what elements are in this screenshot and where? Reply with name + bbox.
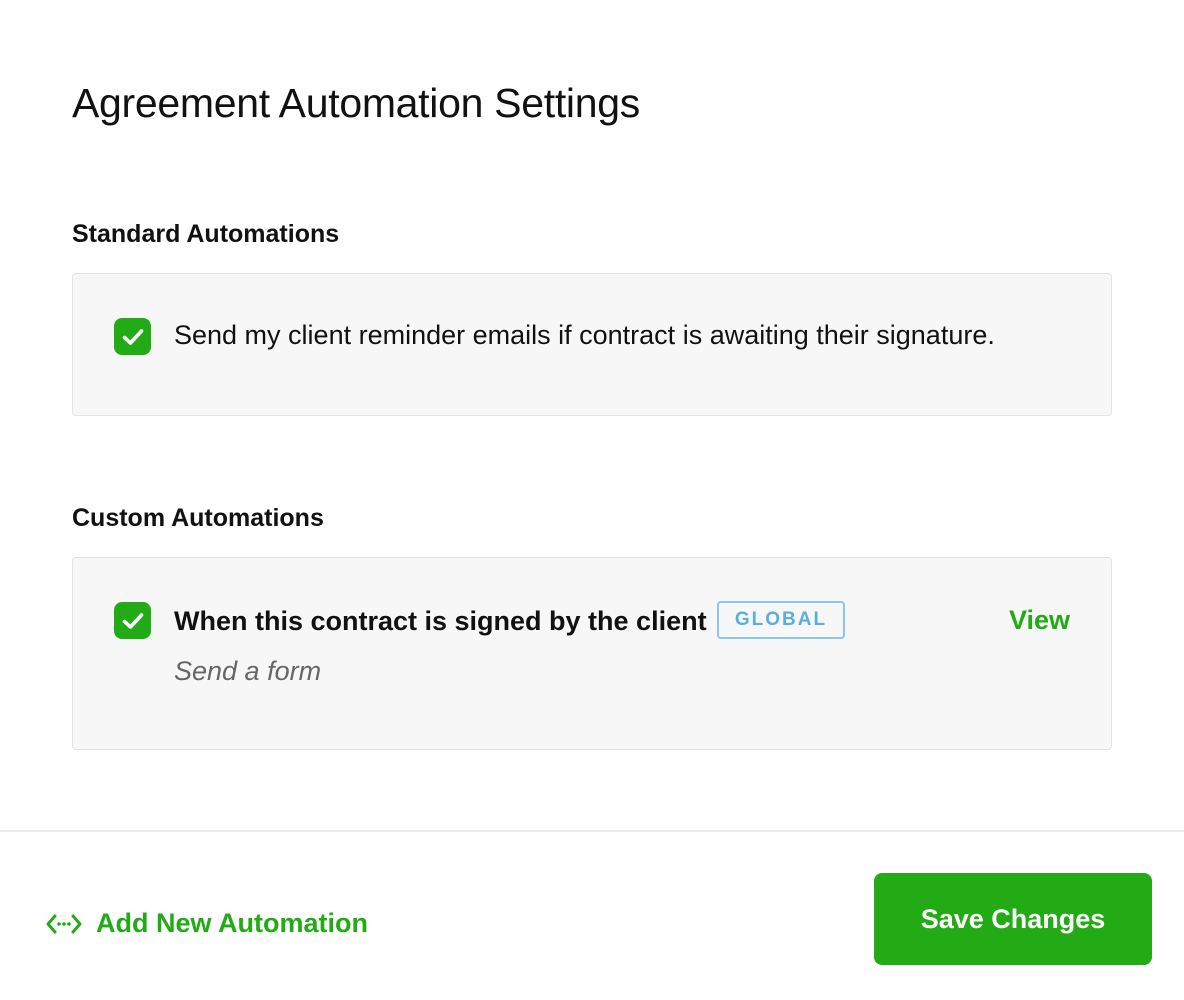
save-changes-button[interactable]: Save Changes <box>874 873 1152 965</box>
checkmark-icon <box>122 328 143 345</box>
footer-divider <box>0 830 1184 832</box>
reminder-emails-checkbox[interactable] <box>114 318 151 355</box>
add-automation-icon <box>46 912 82 936</box>
custom-automations-heading: Custom Automations <box>72 504 324 532</box>
add-new-automation-link[interactable]: Add New Automation <box>46 908 368 939</box>
global-badge: GLOBAL <box>717 601 845 639</box>
page-title: Agreement Automation Settings <box>72 80 640 126</box>
checkmark-icon <box>122 612 143 629</box>
standard-automations-heading: Standard Automations <box>72 220 340 248</box>
add-new-automation-label: Add New Automation <box>96 908 368 938</box>
custom-automation-trigger: When this contract is signed by the clie… <box>174 606 707 636</box>
view-automation-link[interactable]: View <box>1009 605 1070 636</box>
reminder-emails-label: Send my client reminder emails if contra… <box>174 320 995 350</box>
custom-automations-panel: When this contract is signed by the clie… <box>72 557 1112 750</box>
custom-automation-action: Send a form <box>174 656 322 686</box>
custom-automation-checkbox[interactable] <box>114 602 151 639</box>
standard-automations-panel: Send my client reminder emails if contra… <box>72 273 1112 416</box>
automation-settings-modal: Agreement Automation Settings Standard A… <box>0 0 1184 1000</box>
